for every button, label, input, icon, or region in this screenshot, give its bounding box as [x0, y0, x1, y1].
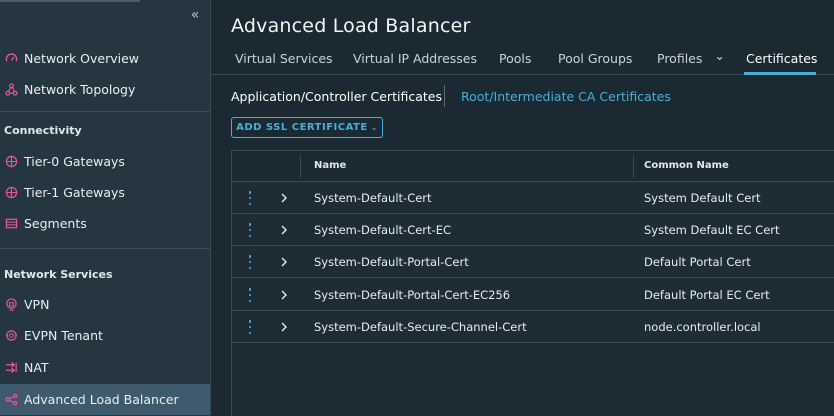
sidebar-item-tier1-gateways[interactable]: Tier-1 Gateways [0, 177, 210, 208]
cell-common-name: node.controller.local [644, 320, 761, 334]
segments-icon [4, 216, 19, 231]
row-actions-icon[interactable] [245, 222, 255, 238]
cell-common-name: System Default EC Cert [644, 223, 780, 237]
cell-common-name: System Default Cert [644, 191, 761, 205]
section-label-network-services: Network Services [4, 268, 113, 281]
section-label-connectivity: Connectivity [4, 124, 82, 137]
page-title: Advanced Load Balancer [231, 15, 471, 37]
tab-pool-groups[interactable]: Pool Groups [558, 51, 632, 66]
column-separator [300, 155, 301, 178]
tab-profiles[interactable]: Profiles ⌄ [657, 48, 725, 66]
chevron-right-icon[interactable] [278, 287, 290, 303]
column-separator [633, 155, 634, 178]
chevron-right-icon[interactable] [278, 319, 290, 335]
sidebar-item-label: Tier-0 Gateways [24, 154, 125, 169]
table-row: System-Default-Portal-Cert-EC256 Default… [232, 279, 834, 311]
cell-name: System-Default-Cert-EC [314, 223, 451, 237]
chevron-right-icon[interactable] [278, 254, 290, 270]
gateway-icon [4, 185, 19, 200]
sidebar-item-tier0-gateways[interactable]: Tier-0 Gateways [0, 146, 210, 177]
sidebar-top-line [0, 0, 140, 2]
tab-label: Profiles [657, 51, 703, 66]
tab-virtual-services[interactable]: Virtual Services [235, 51, 333, 66]
chevron-down-icon: ⌄ [370, 123, 378, 132]
topology-icon [4, 82, 19, 97]
sidebar-item-label: VPN [24, 297, 50, 312]
tab-certificates[interactable]: Certificates [746, 51, 817, 66]
main-content: Advanced Load Balancer Virtual Services … [211, 0, 834, 416]
add-ssl-certificate-label: ADD SSL CERTIFICATE [236, 122, 368, 133]
subtab-application-controller-certificates[interactable]: Application/Controller Certificates [231, 89, 442, 104]
row-actions-icon[interactable] [245, 190, 255, 206]
sidebar-item-label: Advanced Load Balancer [24, 392, 179, 407]
row-actions-icon[interactable] [245, 287, 255, 303]
row-actions-icon[interactable] [245, 319, 255, 335]
chevron-down-icon: ⌄ [714, 48, 725, 63]
sidebar-item-network-overview[interactable]: Network Overview [0, 43, 210, 74]
active-tab-underline [744, 72, 816, 75]
sidebar-item-nat[interactable]: NAT [0, 352, 210, 383]
column-header-name[interactable]: Name [314, 160, 346, 171]
chevron-right-icon[interactable] [278, 190, 290, 206]
collapse-sidebar-icon[interactable]: « [186, 7, 204, 25]
table-row: System-Default-Portal-Cert Default Porta… [232, 246, 834, 278]
gateway-icon [4, 154, 19, 169]
table-row: System-Default-Cert-EC System Default EC… [232, 214, 834, 246]
sidebar-item-evpn-tenant[interactable]: EVPN Tenant [0, 320, 210, 351]
sidebar-item-label: EVPN Tenant [24, 328, 103, 343]
cell-name: System-Default-Portal-Cert [314, 255, 469, 269]
table-header: Name Common Name [232, 151, 834, 182]
nat-icon [4, 360, 19, 375]
table-row: System-Default-Secure-Channel-Cert node.… [232, 311, 834, 343]
gauge-icon [4, 51, 19, 66]
subtab-separator [444, 85, 445, 107]
sidebar-item-vpn[interactable]: VPN [0, 289, 210, 320]
tab-pools[interactable]: Pools [499, 51, 531, 66]
subtab-root-intermediate-ca-certificates[interactable]: Root/Intermediate CA Certificates [461, 89, 671, 104]
sidebar-item-advanced-load-balancer[interactable]: Advanced Load Balancer [0, 384, 210, 415]
add-ssl-certificate-button[interactable]: ADD SSL CERTIFICATE ⌄ [231, 117, 383, 138]
cell-common-name: Default Portal Cert [644, 255, 751, 269]
sidebar-divider [0, 111, 210, 112]
tab-bar: Virtual Services Virtual IP Addresses Po… [211, 46, 834, 75]
load-balancer-icon [4, 392, 19, 407]
sidebar-item-label: Segments [24, 216, 87, 231]
sidebar-item-network-topology[interactable]: Network Topology [0, 74, 210, 105]
sidebar-item-label: Network Topology [24, 82, 136, 97]
sidebar-item-label: NAT [24, 360, 49, 375]
vpn-icon [4, 297, 19, 312]
row-actions-icon[interactable] [245, 254, 255, 270]
sidebar-item-segments[interactable]: Segments [0, 208, 210, 239]
chevron-right-icon[interactable] [278, 222, 290, 238]
cell-name: System-Default-Secure-Channel-Cert [314, 320, 527, 334]
tab-virtual-ip-addresses[interactable]: Virtual IP Addresses [353, 51, 477, 66]
cell-common-name: Default Portal EC Cert [644, 288, 770, 302]
sidebar: « Network Overview Network Topology Conn… [0, 0, 211, 416]
table-row: System-Default-Cert System Default Cert [232, 182, 834, 214]
sidebar-item-label: Tier-1 Gateways [24, 185, 125, 200]
column-header-common-name[interactable]: Common Name [644, 160, 729, 171]
evpn-icon [4, 328, 19, 343]
sidebar-divider [0, 248, 210, 249]
sidebar-item-label: Network Overview [24, 51, 140, 66]
cell-name: System-Default-Cert [314, 191, 432, 205]
cell-name: System-Default-Portal-Cert-EC256 [314, 288, 511, 302]
certificates-table: Name Common Name System-Default-Cert Sys… [231, 150, 834, 416]
